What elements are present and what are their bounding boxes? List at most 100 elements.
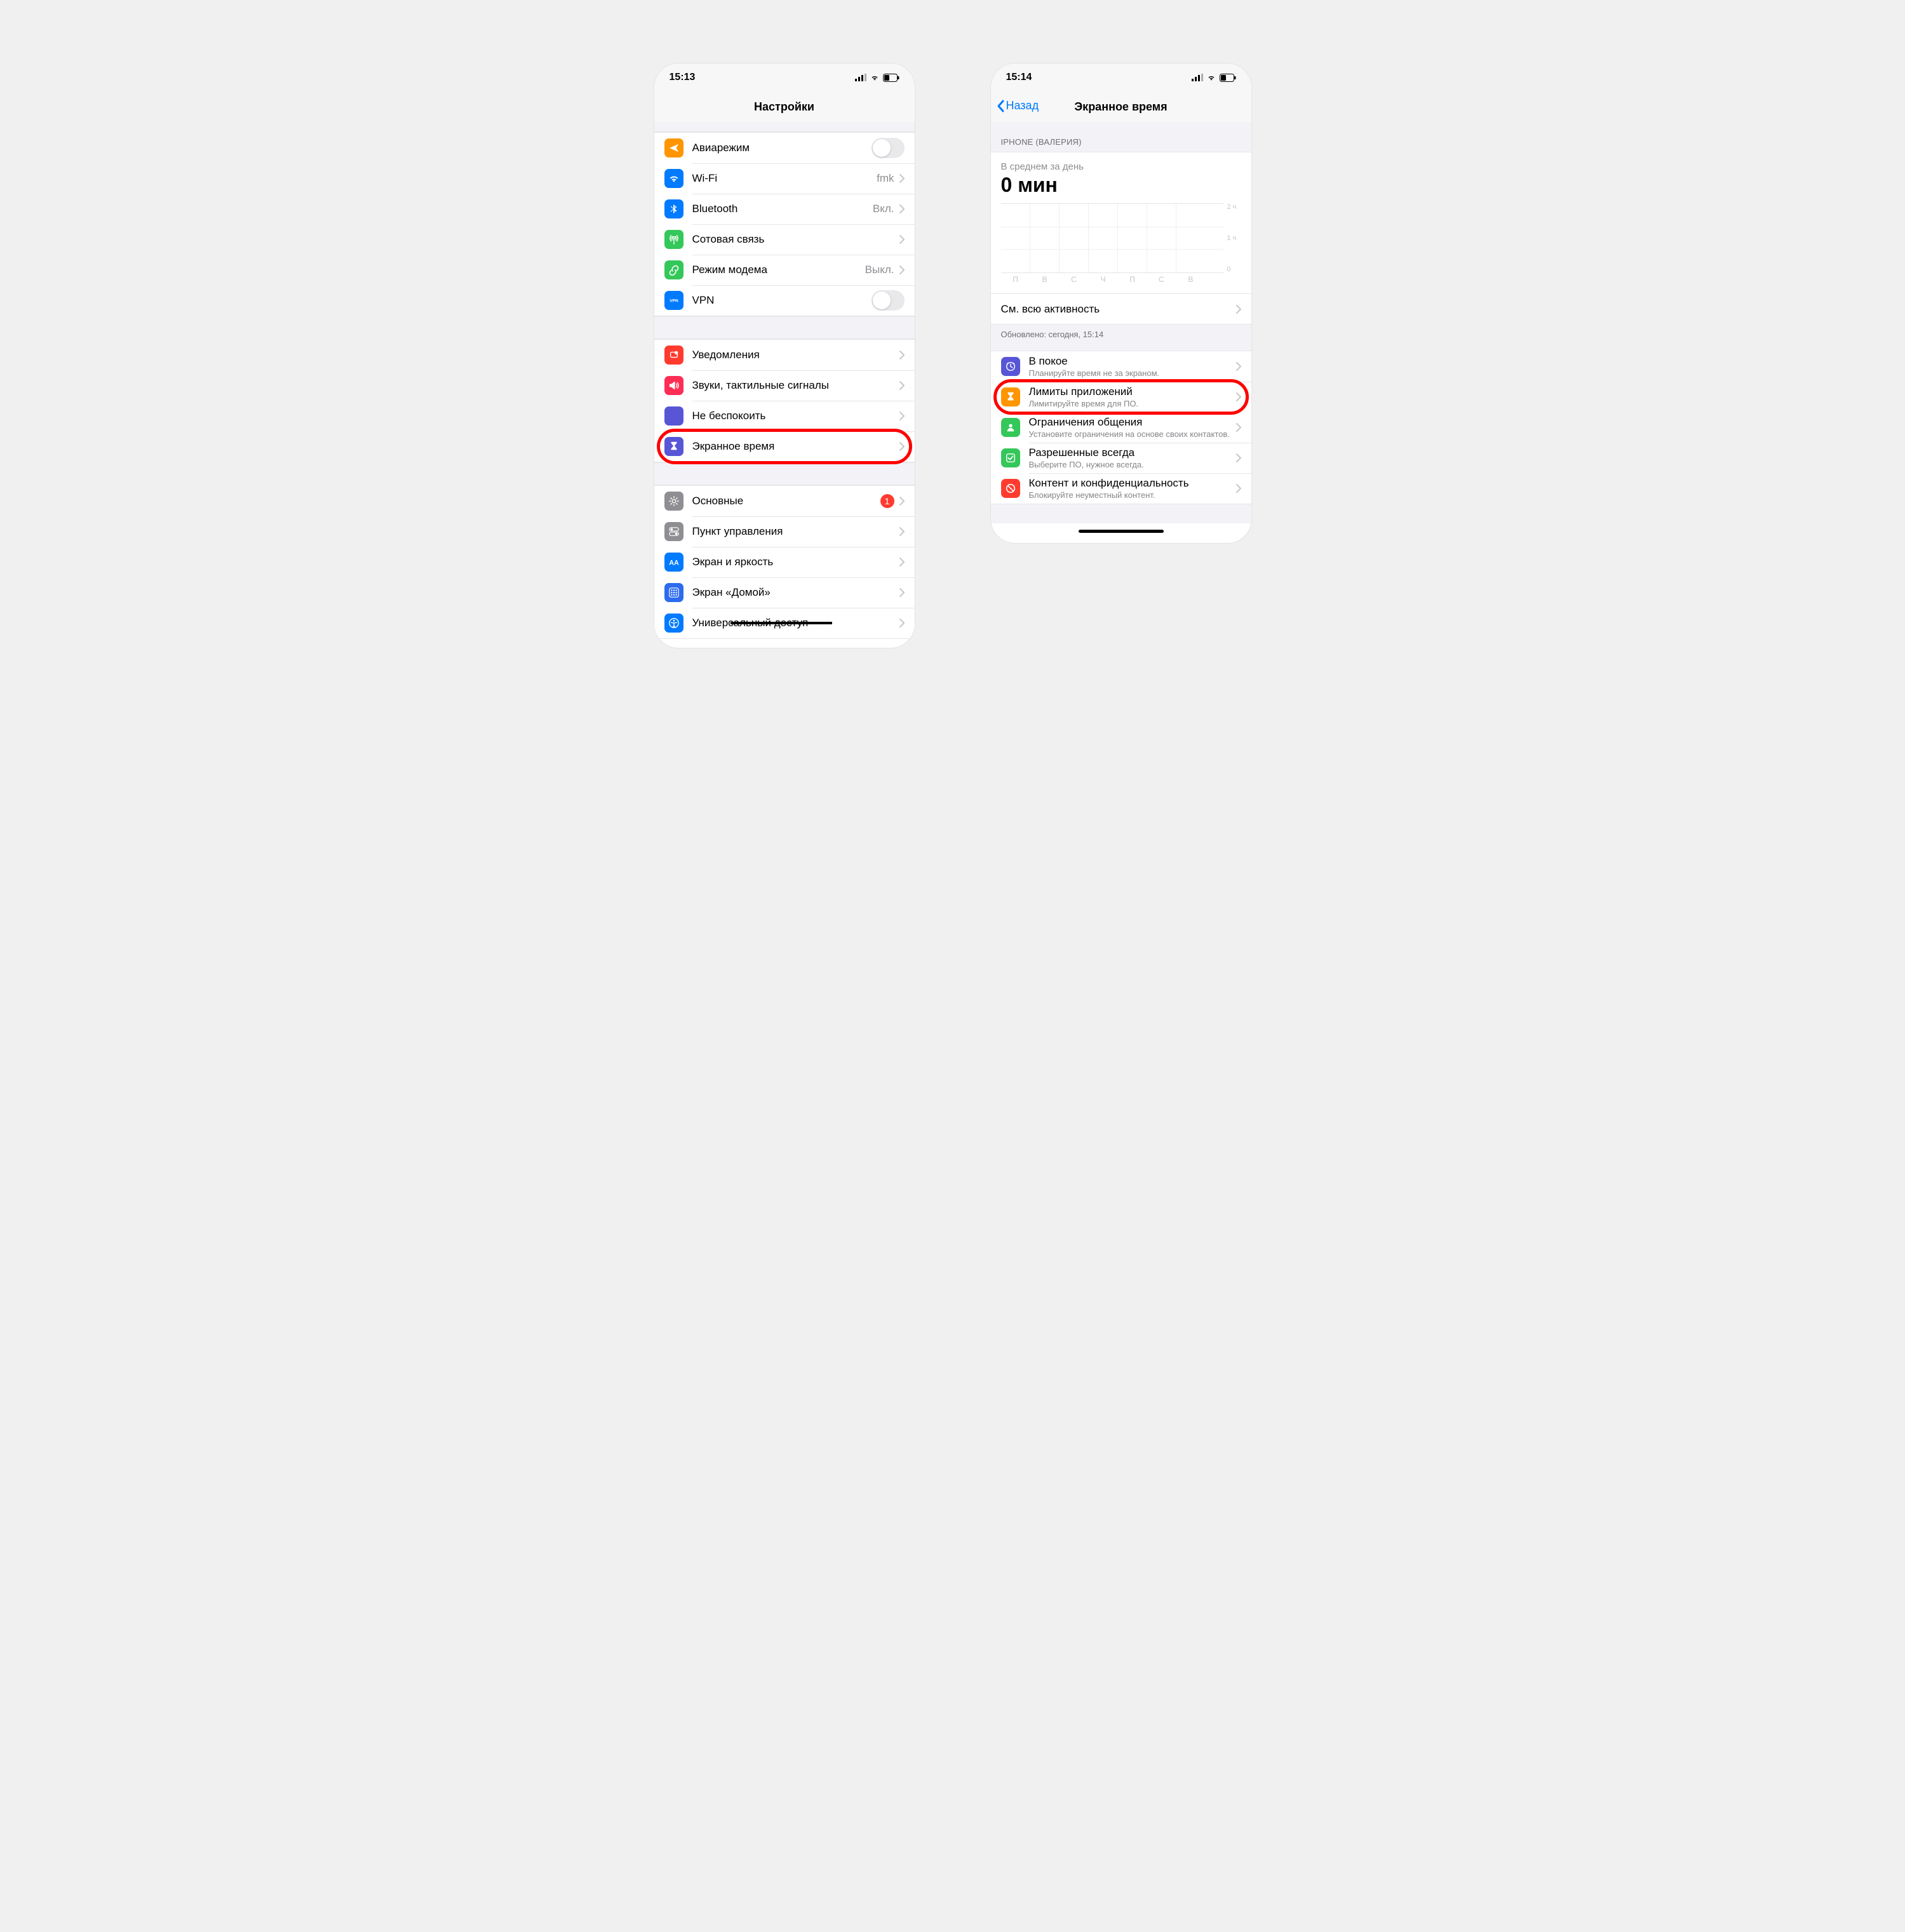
- link-icon: [664, 260, 683, 279]
- wifi-icon: [869, 74, 880, 82]
- phone-settings: 15:13 Настройки АвиарежимWi-FifmkBluetoo…: [654, 64, 915, 648]
- gear-icon: [664, 492, 683, 511]
- battery-icon: [883, 74, 899, 82]
- chart-x-tick: П: [1001, 275, 1030, 284]
- speaker-icon: [664, 376, 683, 395]
- row-badge: 1: [880, 494, 894, 508]
- option-row-hourglass[interactable]: Лимиты приложенийЛимитируйте время для П…: [991, 382, 1251, 412]
- toggle-switch[interactable]: [872, 290, 905, 311]
- aa-icon: [664, 553, 683, 572]
- row-label: Wi-Fi: [692, 172, 877, 185]
- chevron-right-icon: [899, 588, 905, 597]
- settings-group-connectivity: АвиарежимWi-FifmkBluetoothВкл.Сотовая св…: [654, 132, 915, 316]
- chevron-right-icon: [899, 205, 905, 213]
- settings-row-wifi[interactable]: Wi-Fifmk: [654, 163, 915, 194]
- row-label: Экранное время: [692, 440, 899, 453]
- bell-icon: [664, 345, 683, 365]
- antenna-icon: [664, 230, 683, 249]
- chevron-left-icon: [996, 100, 1005, 112]
- row-label: Основные: [692, 495, 880, 507]
- nav-header: Назад Экранное время: [991, 91, 1251, 122]
- row-sublabel: Блокируйте неуместный контент.: [1029, 490, 1236, 500]
- row-label: Экран «Домой»: [692, 586, 899, 599]
- row-label: Лимиты приложений: [1029, 386, 1236, 398]
- settings-row-gear[interactable]: Основные1: [654, 486, 915, 516]
- settings-row-vpn[interactable]: VPN: [654, 285, 915, 316]
- hourglass-icon: [664, 437, 683, 456]
- settings-row-hourglass[interactable]: Экранное время: [654, 431, 915, 462]
- access-icon: [664, 614, 683, 633]
- settings-row-grid[interactable]: Экран «Домой»: [654, 577, 915, 608]
- row-label: Сотовая связь: [692, 233, 899, 246]
- clock-icon: [1001, 357, 1020, 376]
- grid-icon: [664, 583, 683, 602]
- chart-y-tick: 1 ч: [1227, 234, 1241, 242]
- cellular-icon: [1192, 74, 1203, 81]
- chevron-right-icon: [899, 412, 905, 420]
- option-row-person[interactable]: Ограничения общенияУстановите ограничени…: [991, 412, 1251, 443]
- row-sublabel: Выберите ПО, нужное всегда.: [1029, 460, 1236, 469]
- settings-row-toggles[interactable]: Пункт управления: [654, 516, 915, 547]
- usage-summary: В среднем за день 0 мин ПВСЧПСВ 2 ч1 ч0 …: [991, 152, 1251, 325]
- chevron-right-icon: [899, 497, 905, 506]
- chevron-right-icon: [899, 265, 905, 274]
- device-header: IPHONE (ВАЛЕРИЯ): [991, 122, 1251, 152]
- airplane-icon: [664, 138, 683, 158]
- row-detail: Вкл.: [873, 203, 894, 215]
- option-row-check[interactable]: Разрешенные всегдаВыберите ПО, нужное вс…: [991, 443, 1251, 473]
- chart-x-tick: С: [1060, 275, 1089, 284]
- status-bar: 15:13: [654, 64, 915, 91]
- toggle-switch[interactable]: [872, 138, 905, 158]
- chart-x-tick: В: [1176, 275, 1206, 284]
- row-label: Ограничения общения: [1029, 416, 1236, 429]
- option-row-nope[interactable]: Контент и конфиденциальностьБлокируйте н…: [991, 473, 1251, 504]
- row-label: Звуки, тактильные сигналы: [692, 379, 899, 392]
- row-label: В покое: [1029, 355, 1236, 368]
- chevron-right-icon: [1236, 453, 1241, 462]
- status-time: 15:14: [1006, 72, 1032, 83]
- settings-row-link[interactable]: Режим модемаВыкл.: [654, 255, 915, 285]
- settings-row-airplane[interactable]: Авиарежим: [654, 133, 915, 163]
- chart-x-tick: С: [1147, 275, 1176, 284]
- settings-row-antenna[interactable]: Сотовая связь: [654, 224, 915, 255]
- chevron-right-icon: [1236, 423, 1241, 432]
- redaction-bar: [730, 622, 832, 624]
- see-all-activity[interactable]: См. всю активность: [991, 293, 1251, 324]
- back-button[interactable]: Назад: [996, 99, 1039, 112]
- option-row-clock[interactable]: В покоеПланируйте время не за экраном.: [991, 351, 1251, 382]
- page-title: Настройки: [664, 100, 905, 114]
- usage-chart: ПВСЧПСВ 2 ч1 ч0: [1001, 203, 1241, 273]
- settings-row-aa[interactable]: Экран и яркость: [654, 547, 915, 577]
- settings-group-notifications: Уведомления Звуки, тактильные сигналы Не б…: [654, 339, 915, 462]
- chevron-right-icon: [899, 558, 905, 567]
- row-label: Авиарежим: [692, 142, 872, 154]
- moon-icon: [664, 406, 683, 426]
- chevron-right-icon: [899, 235, 905, 244]
- nope-icon: [1001, 479, 1020, 498]
- hourglass-icon: [1001, 387, 1020, 406]
- settings-row-speaker[interactable]: Звуки, тактильные сигналы: [654, 370, 915, 401]
- status-bar: 15:14: [991, 64, 1251, 91]
- back-label: Назад: [1006, 99, 1039, 112]
- row-label: Bluetooth: [692, 203, 873, 215]
- settings-row-moon[interactable]: Не беспокоить: [654, 401, 915, 431]
- person-icon: [1001, 418, 1020, 437]
- row-label: Контент и конфиденциальность: [1029, 477, 1236, 490]
- row-label: Экран и яркость: [692, 556, 899, 568]
- cellular-icon: [855, 74, 866, 81]
- avg-value: 0 мин: [1001, 173, 1241, 197]
- chart-x-tick: Ч: [1089, 275, 1118, 284]
- vpn-icon: [664, 291, 683, 310]
- row-label: Режим модема: [692, 264, 865, 276]
- row-label: Пункт управления: [692, 525, 899, 538]
- chevron-right-icon: [1236, 484, 1241, 493]
- chevron-right-icon: [1236, 392, 1241, 401]
- avg-label: В среднем за день: [1001, 161, 1241, 172]
- row-label: Не беспокоить: [692, 410, 899, 422]
- settings-row-bell[interactable]: Уведомления: [654, 340, 915, 370]
- updated-footer: Обновлено: сегодня, 15:14: [991, 325, 1251, 351]
- chevron-right-icon: [899, 381, 905, 390]
- settings-row-bluetooth[interactable]: BluetoothВкл.: [654, 194, 915, 224]
- home-indicator[interactable]: [1079, 530, 1164, 533]
- see-all-label: См. всю активность: [1001, 303, 1236, 316]
